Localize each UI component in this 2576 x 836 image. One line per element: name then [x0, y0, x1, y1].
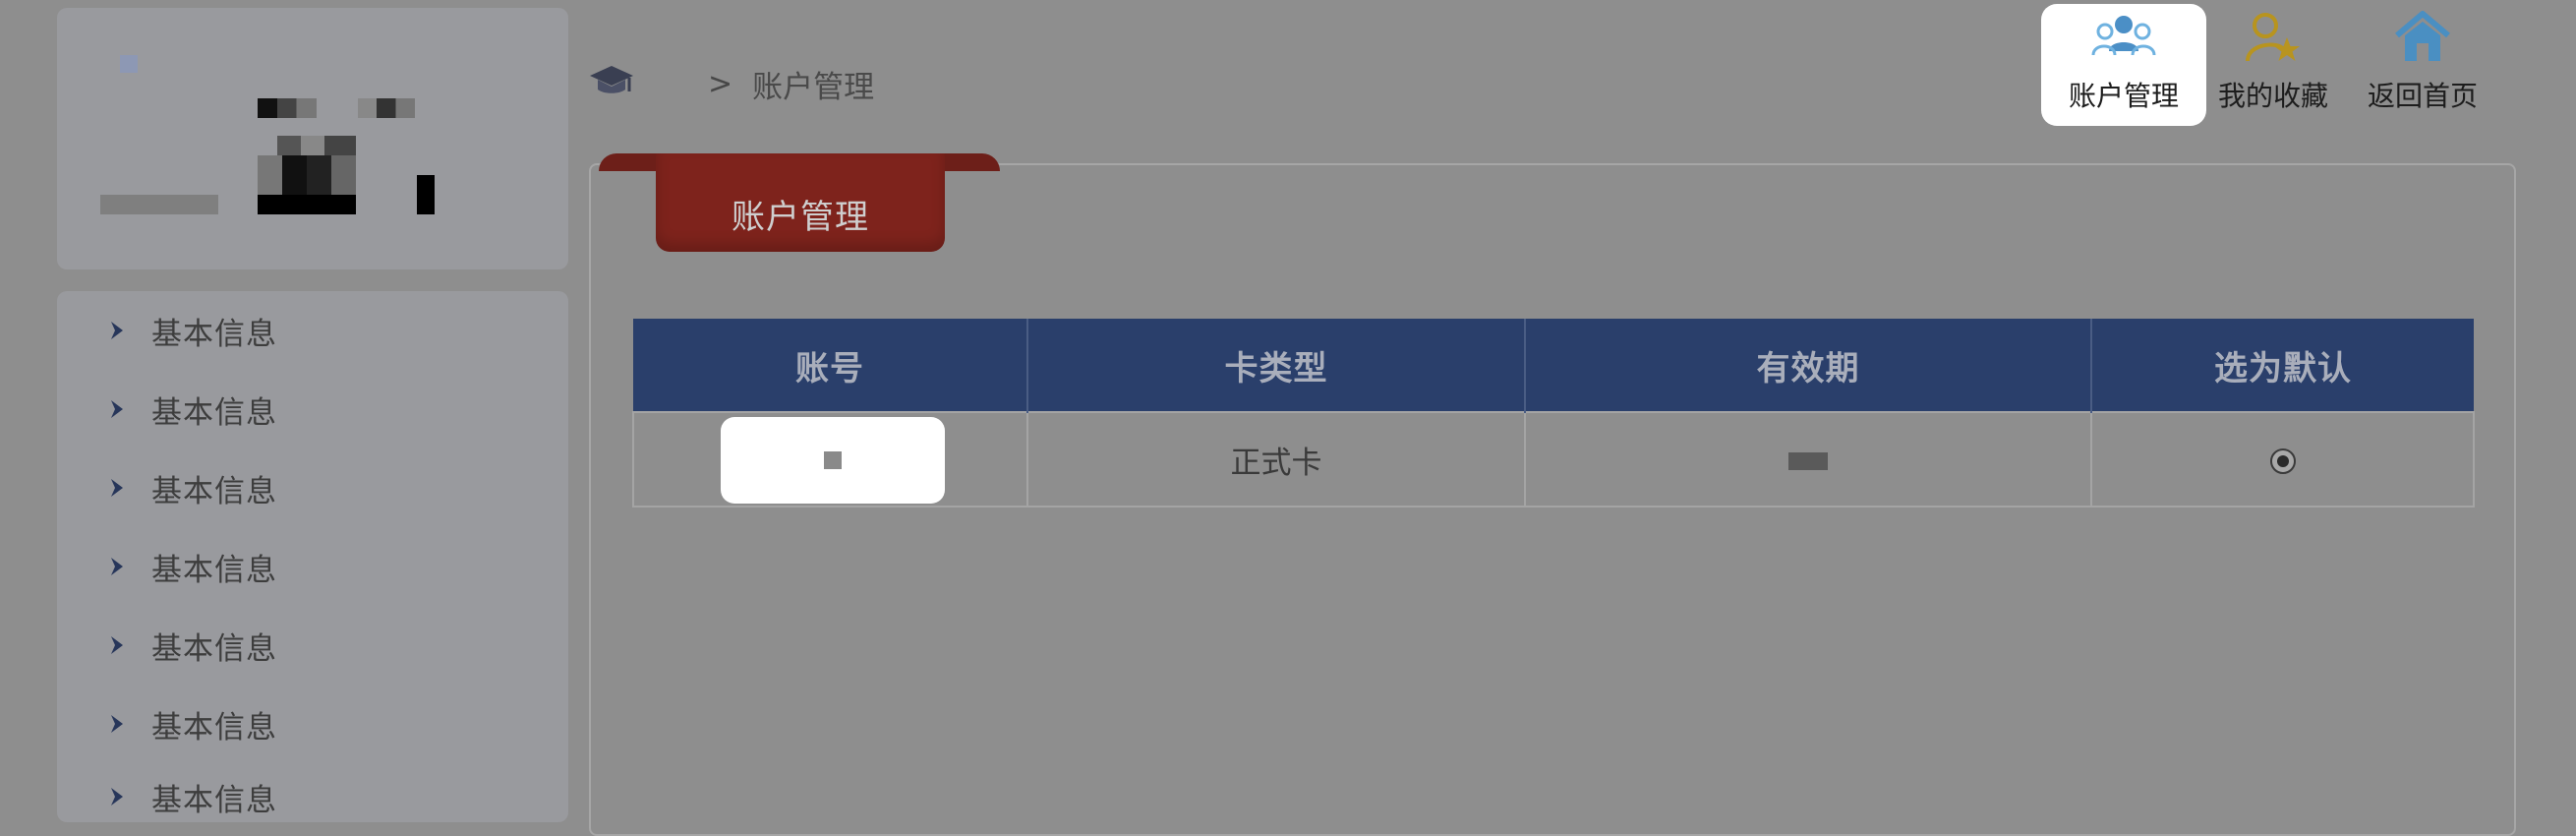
account-number-highlight[interactable]	[721, 417, 945, 504]
sidebar-item-basic-info[interactable]: 基本信息	[108, 767, 521, 822]
avatar	[120, 55, 138, 73]
nav-my-favorites[interactable]: 我的收藏	[2191, 4, 2356, 126]
default-radio[interactable]	[2269, 448, 2296, 474]
sidebar-item-basic-info[interactable]: 基本信息	[108, 694, 521, 753]
column-header-expiry: 有效期	[1525, 319, 2092, 412]
default-cell	[2090, 411, 2475, 508]
sidebar-item-label: 基本信息	[151, 782, 277, 818]
user-star-icon	[2244, 10, 2303, 65]
chevron-right-icon	[108, 786, 126, 807]
table-row: 正式卡	[632, 411, 2475, 508]
sidebar-item-label: 基本信息	[151, 552, 277, 588]
profile-card	[57, 8, 568, 269]
sidebar-item-label: 基本信息	[151, 630, 277, 667]
chevron-right-icon	[108, 320, 126, 341]
nav-account-management[interactable]: 账户管理	[2041, 4, 2206, 126]
sidebar-item-label: 基本信息	[151, 473, 277, 509]
chevron-right-icon	[108, 713, 126, 735]
sidebar-item-basic-info[interactable]: 基本信息	[108, 537, 521, 596]
sidebar-item-label: 基本信息	[151, 394, 277, 431]
card-type-cell: 正式卡	[1026, 411, 1526, 508]
masked-expiry	[1788, 451, 1828, 470]
column-header-account: 账号	[633, 319, 1028, 412]
top-nav: 账户管理 我的收藏 返回首页	[1966, 4, 2576, 128]
sidebar-item-basic-info[interactable]: 基本信息	[108, 380, 521, 439]
breadcrumb-separator: >	[708, 66, 733, 101]
sidebar-item-basic-info[interactable]: 基本信息	[108, 301, 521, 360]
obscured-mark	[417, 175, 435, 214]
account-panel: 账户管理 账号 卡类型 有效期 选为默认 正式卡	[589, 153, 2516, 836]
panel-title-tab: 账户管理	[656, 153, 945, 252]
expiry-cell	[1524, 411, 2092, 508]
sidebar-item-label: 基本信息	[151, 709, 277, 746]
obscured-bar	[258, 195, 356, 214]
sidebar-menu: 基本信息 基本信息 基本信息 基本信息 基本信息 基本信息 基本信息	[57, 291, 568, 822]
sidebar-item-basic-info[interactable]: 基本信息	[108, 616, 521, 675]
breadcrumb-current: 账户管理	[752, 69, 875, 105]
chevron-right-icon	[108, 477, 126, 499]
nav-label: 我的收藏	[2217, 80, 2328, 112]
chevron-right-icon	[108, 634, 126, 656]
graduation-cap-icon[interactable]	[588, 62, 635, 105]
obscured-id-2	[258, 155, 356, 195]
column-header-card-type: 卡类型	[1027, 319, 1526, 412]
obscured-name	[258, 98, 317, 118]
sidebar-item-label: 基本信息	[151, 316, 277, 352]
chevron-right-icon	[108, 398, 126, 420]
table-header-row: 账号 卡类型 有效期 选为默认	[633, 319, 2474, 412]
home-icon	[2393, 10, 2452, 65]
nav-label: 返回首页	[2367, 80, 2478, 112]
obscured-line	[100, 195, 218, 214]
chevron-right-icon	[108, 556, 126, 577]
sidebar-item-basic-info[interactable]: 基本信息	[108, 458, 521, 517]
account-cell	[632, 411, 1028, 508]
nav-return-home[interactable]: 返回首页	[2340, 4, 2505, 126]
masked-account-number	[824, 451, 842, 469]
account-table: 账号 卡类型 有效期 选为默认 正式卡	[632, 319, 2475, 508]
breadcrumb: > 账户管理	[588, 59, 874, 108]
nav-label: 账户管理	[2068, 80, 2179, 112]
panel-title: 账户管理	[732, 197, 869, 237]
users-icon	[2091, 10, 2156, 65]
column-header-set-default: 选为默认	[2091, 319, 2474, 412]
obscured-name-2	[358, 98, 415, 118]
